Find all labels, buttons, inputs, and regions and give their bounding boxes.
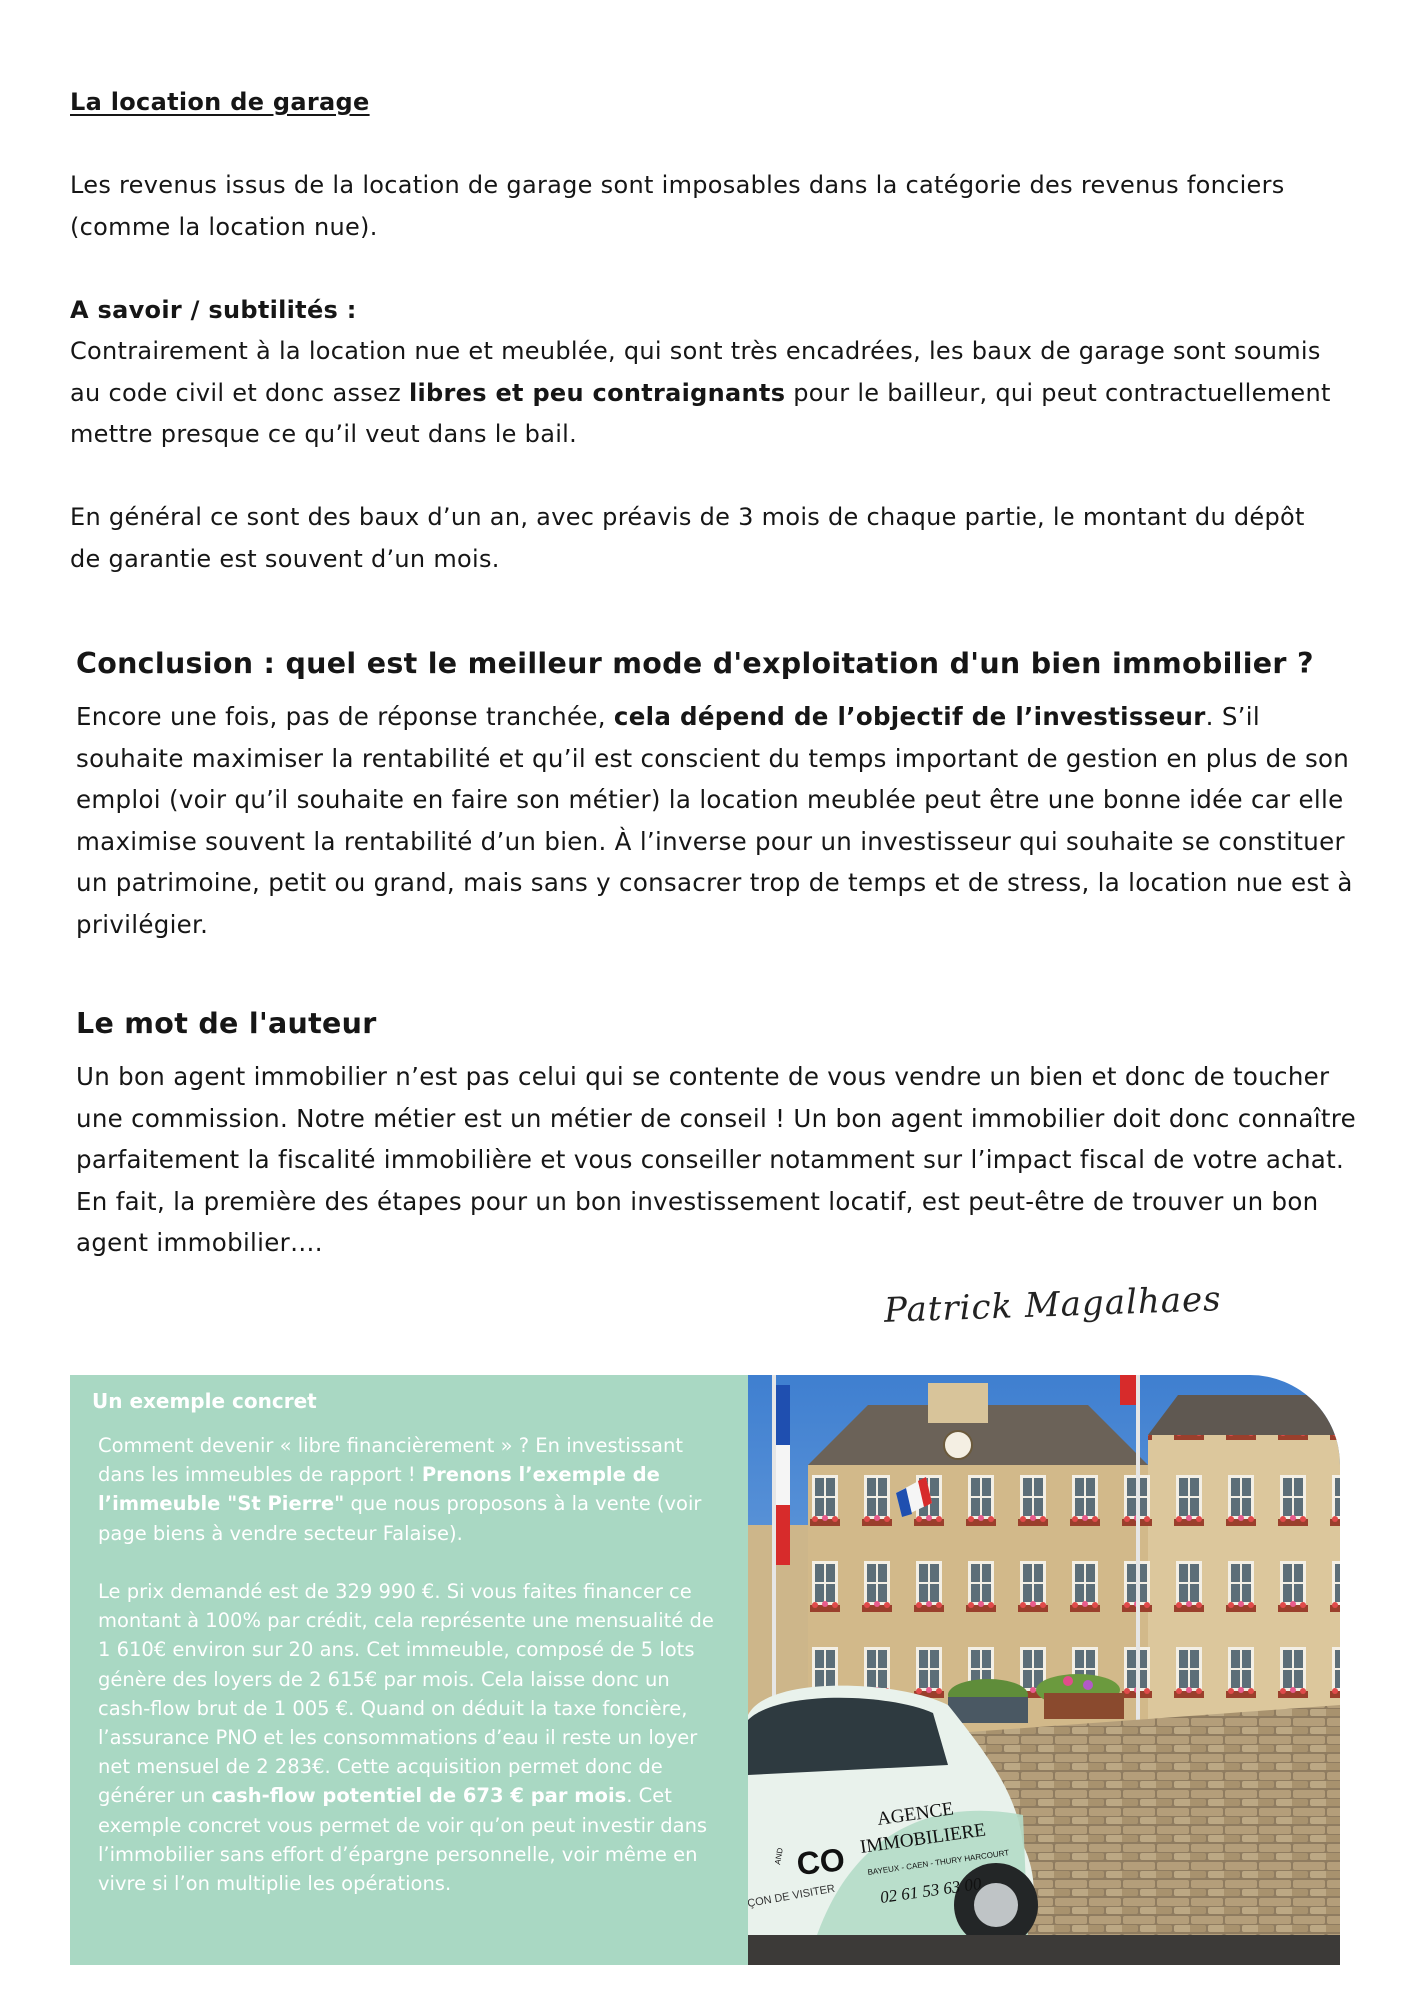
example-text: Comment devenir « libre financièrement »… (98, 1431, 728, 1898)
author-section: Le mot de l'auteur Un bon agent immobili… (76, 1004, 1356, 1264)
conclusion-title: Conclusion : quel est le meilleur mode d… (76, 647, 1314, 680)
garage-subtitle: A savoir / subtilités : (70, 295, 357, 324)
author-paragraph-1: Un bon agent immobilier n’est pas celui … (76, 1062, 1356, 1174)
building-photo: AGENCE IMMOBILIERE BAYEUX - CAEN - THURY… (748, 1375, 1340, 1965)
building-photo-illustration: AGENCE IMMOBILIERE BAYEUX - CAEN - THURY… (748, 1375, 1340, 1965)
car-logo: CO (795, 1841, 847, 1882)
author-signature: Patrick Magalhaes (883, 1279, 1223, 1331)
garage-paragraph-1: Les revenus issus de la location de gara… (70, 171, 1285, 241)
conclusion-section: Conclusion : quel est le meilleur mode d… (76, 644, 1356, 945)
example-paragraph-1: Comment devenir « libre financièrement »… (98, 1434, 702, 1545)
conclusion-paragraph: Encore une fois, pas de réponse tranchée… (76, 702, 1353, 939)
garage-title: La location de garage (70, 88, 370, 116)
example-box: Un exemple concret Comment devenir « lib… (70, 1375, 748, 1965)
garage-paragraph-2: Contrairement à la location nue et meubl… (70, 337, 1331, 448)
author-paragraph-2: En fait, la première des étapes pour un … (76, 1186, 1319, 1258)
example-title: Un exemple concret (92, 1389, 317, 1413)
author-title: Le mot de l'auteur (76, 1007, 377, 1040)
garage-section: La location de garage Les revenus issus … (70, 82, 1340, 580)
example-paragraph-2: Le prix demandé est de 329 990 €. Si vou… (98, 1580, 714, 1896)
garage-paragraph-3: En général ce sont des baux d’un an, ave… (70, 503, 1305, 573)
